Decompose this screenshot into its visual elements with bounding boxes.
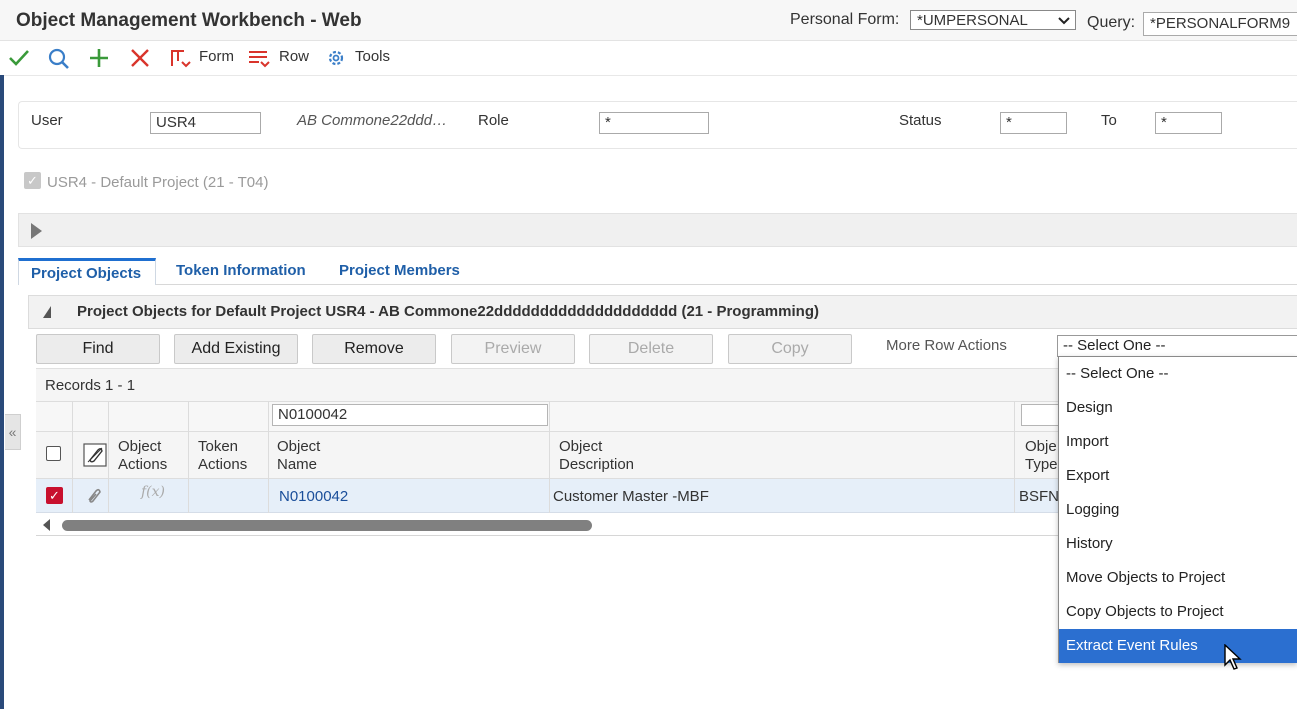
project-checkbox: ✓ bbox=[24, 172, 41, 189]
search-icon[interactable] bbox=[47, 47, 71, 69]
column-divider bbox=[1014, 401, 1015, 513]
column-divider bbox=[268, 401, 269, 513]
option-export[interactable]: Export bbox=[1059, 459, 1297, 493]
tab-strip-underline bbox=[18, 284, 1297, 285]
attachment-header-icon bbox=[83, 443, 107, 471]
filter-panel: User USR4 AB Commone22ddd… Role * Status… bbox=[18, 101, 1297, 149]
row-object-name[interactable]: N0100042 bbox=[279, 488, 348, 505]
collapse-grid-icon[interactable] bbox=[43, 306, 51, 318]
user-label: User bbox=[31, 112, 63, 129]
role-label: Role bbox=[478, 112, 509, 129]
col-object-type[interactable]: Obje Type bbox=[1025, 438, 1058, 474]
more-row-actions-select[interactable]: -- Select One -- bbox=[1057, 335, 1297, 357]
more-row-actions-label: More Row Actions bbox=[886, 337, 1007, 354]
form-menu-icon[interactable] bbox=[168, 47, 192, 69]
option-import[interactable]: Import bbox=[1059, 425, 1297, 459]
qbe-object-name-input[interactable]: N0100042 bbox=[272, 404, 548, 426]
delete-button[interactable]: Delete bbox=[589, 334, 713, 364]
project-label: USR4 - Default Project (21 - T04) bbox=[47, 174, 269, 191]
copy-button[interactable]: Copy bbox=[728, 334, 852, 364]
paperclip-icon[interactable] bbox=[84, 486, 104, 510]
tab-token-information[interactable]: Token Information bbox=[176, 262, 306, 279]
more-row-actions-dropdown: -- Select One -- Design Import Export Lo… bbox=[1058, 356, 1297, 663]
scrollbar-thumb[interactable] bbox=[62, 520, 592, 531]
toolbar: Form Row Tools bbox=[0, 41, 1297, 76]
checkmark-icon[interactable] bbox=[7, 47, 31, 69]
personal-form-select[interactable]: *UMPERSONAL bbox=[910, 10, 1076, 30]
option-select-one[interactable]: -- Select One -- bbox=[1059, 357, 1297, 391]
option-copy-objects-to-project[interactable]: Copy Objects to Project bbox=[1059, 595, 1297, 629]
gear-icon[interactable] bbox=[324, 47, 348, 69]
app-title: Object Management Workbench - Web bbox=[16, 10, 362, 31]
grid-title: Project Objects for Default Project USR4… bbox=[77, 303, 819, 320]
tools-menu-label[interactable]: Tools bbox=[355, 48, 390, 65]
option-extract-event-rules[interactable]: Extract Event Rules bbox=[1059, 629, 1297, 663]
tab-project-objects[interactable]: Project Objects bbox=[18, 258, 156, 285]
row-checkbox[interactable]: ✓ bbox=[46, 487, 63, 504]
user-input[interactable]: USR4 bbox=[150, 112, 261, 134]
plus-icon[interactable] bbox=[87, 47, 111, 69]
row-object-type: BSFN bbox=[1019, 488, 1060, 505]
personal-form-value: *UMPERSONAL bbox=[917, 12, 1028, 29]
formula-icon[interactable]: f(x) bbox=[141, 484, 165, 500]
row-menu-icon[interactable] bbox=[247, 47, 271, 69]
option-logging[interactable]: Logging bbox=[1059, 493, 1297, 527]
tab-project-members[interactable]: Project Members bbox=[339, 262, 460, 279]
grid-header: Project Objects for Default Project USR4… bbox=[28, 295, 1297, 329]
column-divider bbox=[188, 401, 189, 513]
col-object-actions[interactable]: Object Actions bbox=[118, 438, 167, 474]
query-label: Query: bbox=[1087, 14, 1136, 31]
option-move-objects-to-project[interactable]: Move Objects to Project bbox=[1059, 561, 1297, 595]
close-icon[interactable] bbox=[128, 47, 152, 69]
expand-arrow-icon[interactable] bbox=[31, 223, 42, 239]
status-to-label: To bbox=[1101, 112, 1117, 129]
status-label: Status bbox=[899, 112, 942, 129]
status-to-input[interactable]: * bbox=[1155, 112, 1222, 134]
query-field[interactable]: *PERSONALFORM9 bbox=[1143, 12, 1297, 36]
left-edge-bar bbox=[0, 75, 4, 709]
row-object-description: Customer Master -MBF bbox=[553, 488, 709, 505]
scroll-left-icon[interactable] bbox=[43, 519, 50, 531]
side-panel-toggle[interactable]: « bbox=[5, 414, 21, 450]
collapsible-section-bar[interactable] bbox=[18, 213, 1297, 247]
personal-form-label: Personal Form: bbox=[790, 11, 900, 28]
col-object-description[interactable]: Object Description bbox=[559, 438, 634, 474]
option-design[interactable]: Design bbox=[1059, 391, 1297, 425]
mouse-cursor-icon bbox=[1224, 643, 1244, 676]
records-count: Records 1 - 1 bbox=[45, 377, 136, 394]
form-menu-label[interactable]: Form bbox=[199, 48, 234, 65]
row-menu-label[interactable]: Row bbox=[279, 48, 309, 65]
col-token-actions[interactable]: Token Actions bbox=[198, 438, 247, 474]
role-input[interactable]: * bbox=[599, 112, 709, 134]
option-history[interactable]: History bbox=[1059, 527, 1297, 561]
add-existing-button[interactable]: Add Existing bbox=[174, 334, 298, 364]
column-divider bbox=[549, 401, 550, 513]
col-object-name[interactable]: Object Name bbox=[277, 438, 320, 474]
column-divider bbox=[108, 401, 109, 513]
status-from-input[interactable]: * bbox=[1000, 112, 1067, 134]
remove-button[interactable]: Remove bbox=[312, 334, 436, 364]
user-description: AB Commone22ddd… bbox=[297, 112, 448, 129]
preview-button[interactable]: Preview bbox=[451, 334, 575, 364]
select-all-checkbox[interactable] bbox=[46, 446, 61, 461]
column-divider bbox=[72, 401, 73, 513]
find-button[interactable]: Find bbox=[36, 334, 160, 364]
chevron-down-icon bbox=[1057, 11, 1071, 37]
